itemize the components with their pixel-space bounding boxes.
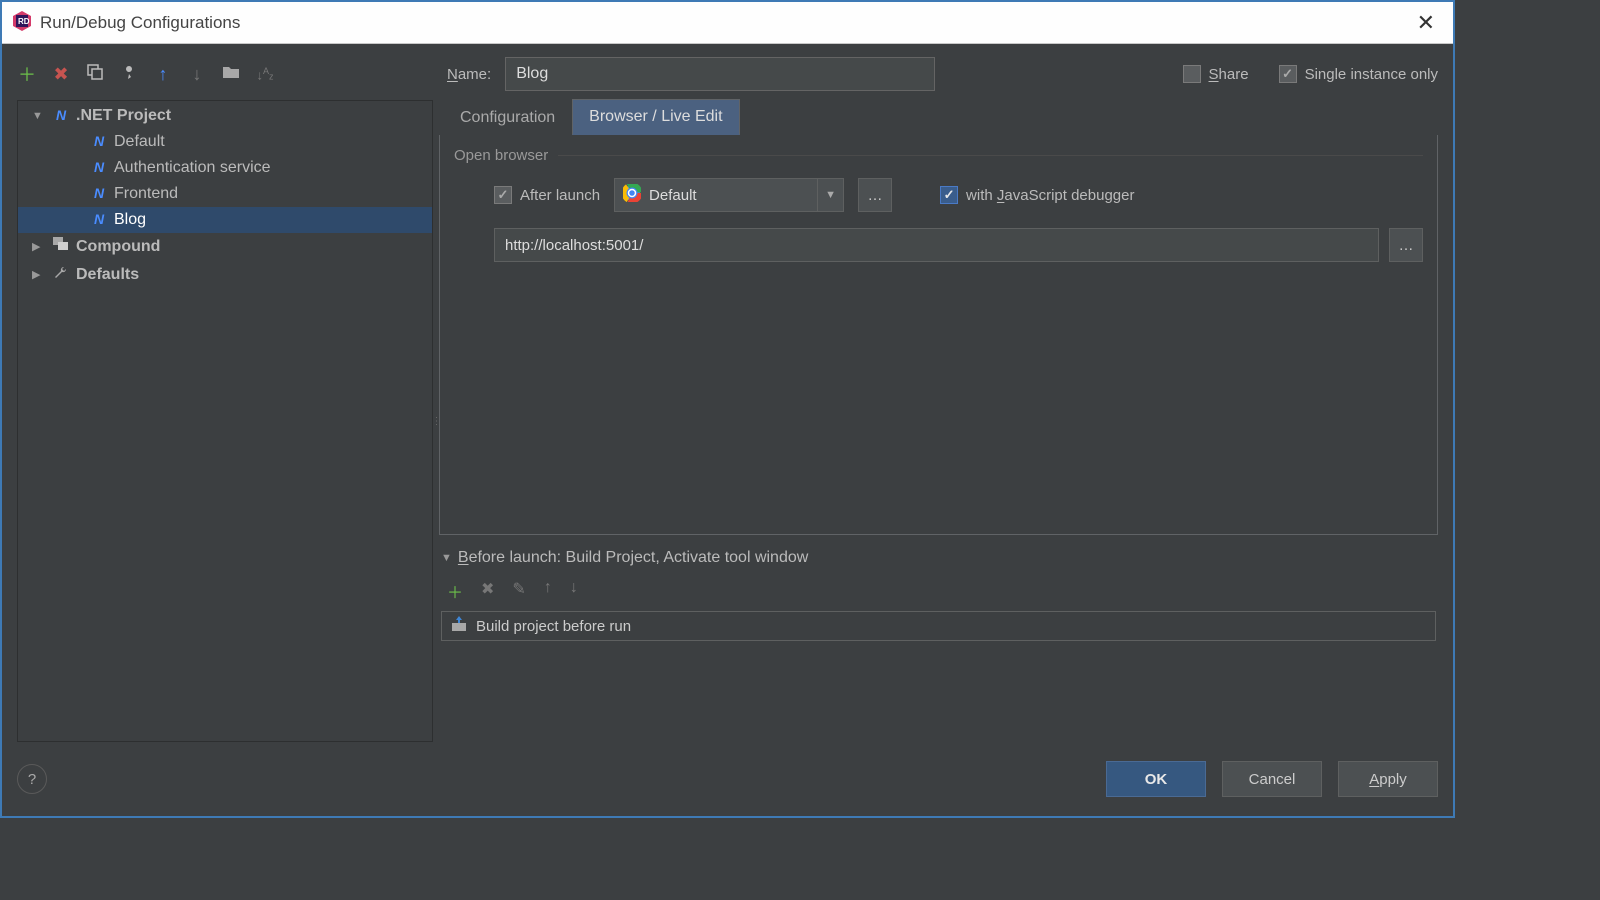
cancel-button[interactable]: Cancel xyxy=(1222,761,1322,797)
build-icon xyxy=(450,615,468,637)
after-launch-label: After launch xyxy=(520,187,600,204)
tree-item-label: Authentication service xyxy=(114,159,271,177)
titlebar: RD Run/Debug Configurations ✕ xyxy=(2,2,1453,44)
url-browse-button[interactable]: … xyxy=(1389,228,1423,262)
tree-item[interactable]: ▶ Defaults xyxy=(18,260,432,289)
share-label: Share xyxy=(1209,66,1249,83)
sort-icon[interactable]: ↓Az xyxy=(255,66,275,82)
tree-item-label: .NET Project xyxy=(76,107,171,125)
tree-item-label: Blog xyxy=(114,211,146,229)
move-down-icon[interactable]: ↓ xyxy=(187,64,207,85)
window-title: Run/Debug Configurations xyxy=(40,13,240,33)
before-launch-list[interactable]: Build project before run xyxy=(441,611,1436,641)
browser-live-edit-panel: Open browser After launch Default xyxy=(439,135,1438,535)
before-launch-item-label: Build project before run xyxy=(476,618,631,635)
bl-remove-icon[interactable]: ✖ xyxy=(481,579,494,603)
run-debug-configurations-dialog: RD Run/Debug Configurations ✕ ＋ ✖ ↑ ↓ xyxy=(0,0,1455,818)
checkbox-icon xyxy=(940,186,958,204)
tree-item[interactable]: ▼ N .NET Project xyxy=(18,103,432,129)
browser-select[interactable]: Default ▼ xyxy=(614,178,844,212)
tree-arrow-icon: ▶ xyxy=(32,240,46,253)
topbar: ＋ ✖ ↑ ↓ ↓Az Name: Share xyxy=(17,54,1438,94)
tree-item[interactable]: ▶ Compound xyxy=(18,233,432,260)
before-launch-header[interactable]: ▼ Before launch: Build Project, Activate… xyxy=(441,549,1436,567)
chevron-down-icon: ▼ xyxy=(441,552,452,564)
bl-up-icon[interactable]: ↑ xyxy=(544,579,552,603)
dotnet-icon: N xyxy=(90,133,108,151)
after-launch-checkbox[interactable]: After launch xyxy=(494,186,600,204)
help-button[interactable]: ? xyxy=(17,764,47,794)
bl-down-icon[interactable]: ↓ xyxy=(570,579,578,603)
before-launch-section: ▼ Before launch: Build Project, Activate… xyxy=(439,549,1438,641)
ok-button[interactable]: OK xyxy=(1106,761,1206,797)
tree-arrow-icon: ▼ xyxy=(32,110,46,122)
chevron-down-icon: ▼ xyxy=(817,179,843,211)
tree-item-label: Compound xyxy=(76,238,160,256)
compound-icon xyxy=(52,237,70,256)
svg-text:RD: RD xyxy=(18,17,30,26)
tree-item-label: Frontend xyxy=(114,185,178,203)
close-button[interactable]: ✕ xyxy=(1409,10,1443,36)
config-tree[interactable]: ▼ N .NET Project N Default N Authentication se… xyxy=(17,100,433,742)
tree-arrow-icon: ▶ xyxy=(32,268,46,281)
folder-icon[interactable] xyxy=(221,64,241,85)
bl-edit-icon[interactable]: ✎ xyxy=(512,579,525,603)
open-browser-group-label: Open browser xyxy=(454,147,548,164)
chrome-icon xyxy=(623,184,641,206)
single-instance-label: Single instance only xyxy=(1305,66,1438,83)
tab[interactable]: Configuration xyxy=(443,100,572,135)
remove-config-icon[interactable]: ✖ xyxy=(51,64,71,85)
share-checkbox[interactable]: Share xyxy=(1183,65,1249,83)
before-launch-label: Before launch: Build Project, Activate t… xyxy=(458,549,808,567)
with-js-debugger-checkbox[interactable]: with JavaScript debugger xyxy=(940,186,1134,204)
wrench-icon xyxy=(52,264,70,285)
browser-select-value: Default xyxy=(649,187,809,204)
before-launch-item[interactable]: Build project before run xyxy=(442,612,1435,640)
browser-browse-button[interactable]: … xyxy=(858,178,892,212)
tree-item-label: Defaults xyxy=(76,266,139,284)
checkbox-icon xyxy=(1183,65,1201,83)
checkbox-icon xyxy=(494,186,512,204)
bl-add-icon[interactable]: ＋ xyxy=(447,579,463,603)
name-input[interactable] xyxy=(505,57,935,91)
tab[interactable]: Browser / Live Edit xyxy=(572,99,739,135)
tree-item-label: Default xyxy=(114,133,165,151)
tree-item[interactable]: N Authentication service xyxy=(18,155,432,181)
divider xyxy=(558,155,1423,156)
tabbar: ConfigurationBrowser / Live Edit xyxy=(439,100,1438,136)
name-label: Name: xyxy=(447,66,495,83)
add-config-icon[interactable]: ＋ xyxy=(17,61,37,87)
move-up-icon[interactable]: ↑ xyxy=(153,64,173,85)
dotnet-icon: N xyxy=(52,107,70,125)
apply-button[interactable]: Apply xyxy=(1338,761,1438,797)
with-js-debugger-label: with JavaScript debugger xyxy=(966,187,1134,204)
dotnet-icon: N xyxy=(90,159,108,177)
settings-icon[interactable] xyxy=(119,63,139,86)
tree-item[interactable]: N Frontend xyxy=(18,181,432,207)
dotnet-icon: N xyxy=(90,185,108,203)
checkbox-icon xyxy=(1279,65,1297,83)
dotnet-icon: N xyxy=(90,211,108,229)
rider-logo-icon: RD xyxy=(12,11,32,35)
tree-item[interactable]: N Blog xyxy=(18,207,432,233)
url-input[interactable] xyxy=(494,228,1379,262)
single-instance-checkbox[interactable]: Single instance only xyxy=(1279,65,1438,83)
copy-config-icon[interactable] xyxy=(85,63,105,86)
tree-item[interactable]: N Default xyxy=(18,129,432,155)
